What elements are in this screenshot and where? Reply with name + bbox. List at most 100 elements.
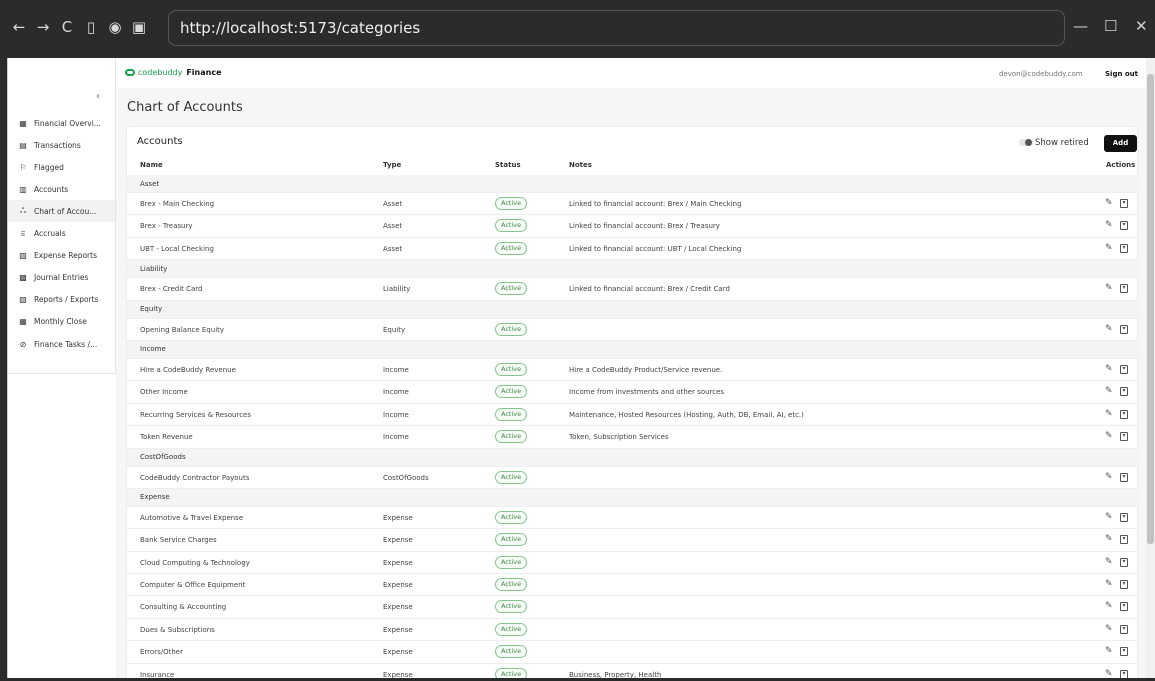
account-type: Liability: [383, 285, 411, 294]
archive-icon[interactable]: ▾: [1120, 647, 1128, 657]
sidebar-item[interactable]: ▤ Transactions: [8, 134, 115, 156]
page-scrollbar[interactable]: [1146, 58, 1155, 678]
back-icon[interactable]: ←: [8, 18, 30, 36]
status-badge: Active: [495, 362, 528, 376]
account-notes: Business, Property, Health: [569, 670, 662, 678]
bank-icon: ▥: [19, 184, 27, 194]
archive-icon[interactable]: ▾: [1120, 324, 1128, 334]
terminal-icon[interactable]: ▣: [128, 18, 150, 36]
url-text: http://localhost:5173/categories: [180, 19, 421, 37]
main-content: codebuddy Finance devon@codebuddy.com Si…: [116, 58, 1146, 678]
collapse-sidebar-icon[interactable]: ‹: [96, 91, 100, 102]
add-button[interactable]: Add: [1104, 135, 1137, 152]
url-bar[interactable]: http://localhost:5173/categories: [168, 10, 1065, 46]
edit-icon[interactable]: ✎: [1105, 579, 1113, 589]
edit-icon[interactable]: ✎: [1105, 324, 1113, 334]
sidebar-item[interactable]: ▩ Journal Entries: [8, 267, 115, 289]
archive-icon[interactable]: ▾: [1120, 472, 1128, 482]
archive-icon[interactable]: ▾: [1120, 512, 1128, 522]
edit-icon[interactable]: ✎: [1105, 601, 1113, 611]
maximize-icon[interactable]: ☐: [1104, 17, 1117, 35]
account-type: Income: [383, 365, 409, 374]
sidebar-item[interactable]: ⩳ Accruals: [8, 223, 115, 245]
account-type: Expense: [383, 558, 413, 567]
archive-icon[interactable]: ▾: [1120, 580, 1128, 590]
forward-icon[interactable]: →: [32, 18, 54, 36]
table-row: Opening Balance Equity Equity Active ✎ ▾: [127, 319, 1139, 341]
browser-nav: ← → C ▯ ◉ ▣: [8, 18, 152, 36]
screenshot-icon[interactable]: ◉: [104, 18, 126, 36]
archive-icon[interactable]: ▾: [1120, 221, 1128, 231]
archive-icon[interactable]: ▾: [1120, 409, 1128, 419]
edit-icon[interactable]: ✎: [1105, 557, 1113, 567]
account-type: Expense: [383, 513, 413, 522]
minimize-icon[interactable]: —: [1073, 17, 1088, 35]
edit-icon[interactable]: ✎: [1105, 364, 1113, 374]
account-type: Expense: [383, 536, 413, 545]
archive-icon[interactable]: ▾: [1120, 535, 1128, 545]
archive-icon[interactable]: ▾: [1120, 432, 1128, 442]
reload-icon[interactable]: C: [56, 18, 78, 36]
sidebar-item[interactable]: ⊘ Finance Tasks /...: [8, 333, 115, 355]
sidebar-item[interactable]: ▥ Accounts: [8, 178, 115, 200]
account-type: Income: [383, 388, 409, 397]
archive-icon[interactable]: ▾: [1120, 557, 1128, 567]
sidebar-item-label: Reports / Exports: [34, 295, 99, 305]
archive-icon[interactable]: ▾: [1120, 602, 1128, 612]
status-badge: Active: [495, 645, 528, 659]
edit-icon[interactable]: ✎: [1105, 283, 1113, 293]
edit-icon[interactable]: ✎: [1105, 646, 1113, 656]
status-badge: Active: [495, 600, 528, 614]
sign-out-button[interactable]: Sign out: [1105, 70, 1138, 78]
account-type: Expense: [383, 581, 413, 590]
dashboard-icon: ▦: [19, 118, 27, 128]
sidebar-item[interactable]: ▨ Reports / Exports: [8, 289, 115, 311]
device-icon[interactable]: ▯: [80, 18, 102, 36]
archive-icon[interactable]: ▾: [1120, 243, 1128, 253]
archive-icon[interactable]: ▾: [1120, 199, 1128, 208]
transactions-icon: ▤: [19, 140, 27, 150]
archive-icon[interactable]: ▾: [1120, 669, 1128, 678]
account-notes: Maintenance, Hosted Resources (Hosting, …: [569, 410, 804, 419]
account-type: Expense: [383, 625, 413, 634]
show-retired-toggle[interactable]: [1019, 139, 1033, 146]
table-row: Brex - Treasury Asset Active Linked to fina…: [127, 215, 1139, 238]
show-retired-label: Show retired: [1035, 138, 1089, 148]
sidebar-item[interactable]: ▧ Expense Reports: [8, 245, 115, 267]
group-header: Expense: [127, 488, 1139, 507]
edit-icon[interactable]: ✎: [1105, 220, 1113, 230]
codebuddy-logo-icon: [125, 69, 135, 76]
edit-icon[interactable]: ✎: [1105, 472, 1113, 482]
archive-icon[interactable]: ▾: [1120, 364, 1128, 374]
edit-icon[interactable]: ✎: [1105, 669, 1113, 678]
archive-icon[interactable]: ▾: [1120, 624, 1128, 634]
sidebar-item[interactable]: ஃ Chart of Accou...: [8, 200, 115, 223]
edit-icon[interactable]: ✎: [1105, 431, 1113, 441]
logo[interactable]: codebuddy Finance: [125, 68, 222, 77]
edit-icon[interactable]: ✎: [1105, 386, 1113, 396]
account-name: Cloud Computing & Technology: [140, 558, 250, 567]
status-badge: Active: [495, 622, 528, 636]
archive-icon[interactable]: ▾: [1120, 387, 1128, 397]
product-name: Finance: [186, 68, 222, 77]
scrollbar-thumb[interactable]: [1147, 74, 1154, 544]
sidebar-item[interactable]: ▦ Financial Overvi...: [8, 112, 115, 134]
edit-icon[interactable]: ✎: [1105, 198, 1113, 208]
edit-icon[interactable]: ✎: [1105, 243, 1113, 253]
sidebar-item-label: Financial Overvi...: [34, 118, 101, 128]
edit-icon[interactable]: ✎: [1105, 624, 1113, 634]
edit-icon[interactable]: ✎: [1105, 409, 1113, 419]
edit-icon[interactable]: ✎: [1105, 512, 1113, 522]
account-name: Hire a CodeBuddy Revenue: [140, 365, 236, 374]
table-row: Token Revenue Income Active Token, Subscrip…: [127, 426, 1139, 449]
account-name: Bank Service Charges: [140, 536, 217, 545]
sidebar-item[interactable]: ⚐ Flagged: [8, 156, 115, 178]
sidebar-item[interactable]: ▦ Monthly Close: [8, 311, 115, 333]
close-icon[interactable]: ✕: [1135, 17, 1148, 35]
account-type: CostOfGoods: [383, 473, 429, 482]
status-badge: Active: [495, 219, 528, 233]
edit-icon[interactable]: ✎: [1105, 534, 1113, 544]
account-name: Automotive & Travel Expense: [140, 513, 244, 522]
account-notes: Linked to financial account: Brex / Cred…: [569, 285, 730, 294]
archive-icon[interactable]: ▾: [1120, 284, 1128, 294]
